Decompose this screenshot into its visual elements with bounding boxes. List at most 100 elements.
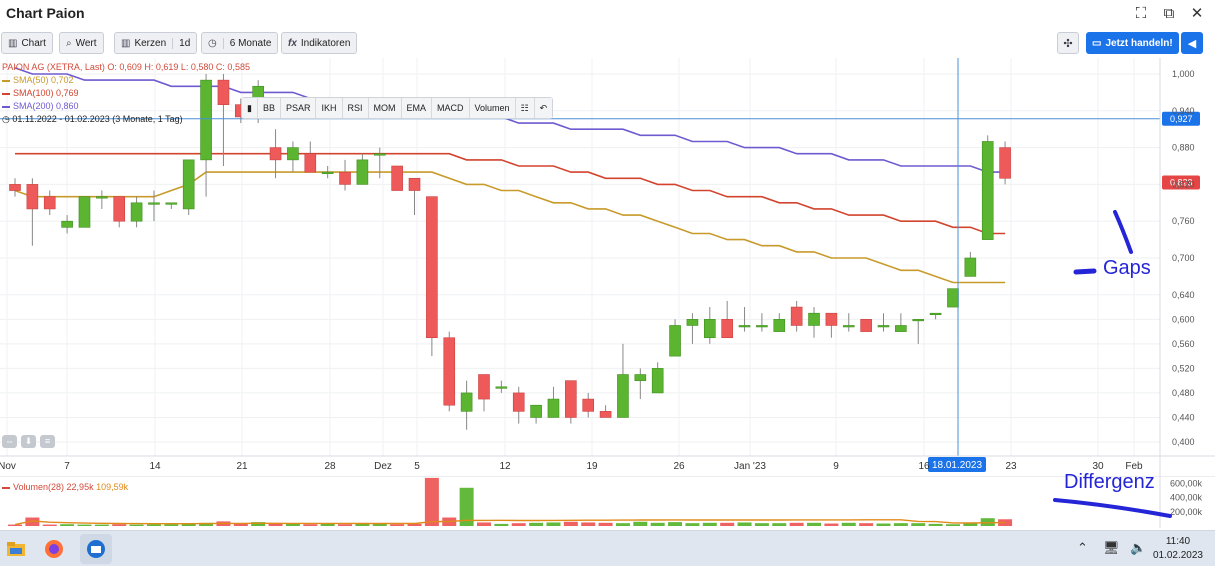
crosshair-button[interactable]: ✣ — [1057, 32, 1079, 54]
candle — [530, 404, 542, 424]
volume-bar — [424, 477, 439, 526]
y-tick-label: 0,520 — [1172, 363, 1195, 373]
indicator-bb[interactable]: BB — [257, 98, 281, 118]
volume-bar — [824, 523, 839, 526]
volume-bar — [772, 523, 787, 526]
indikatoren-button-label: Indikatoren — [300, 37, 351, 49]
candle-body — [96, 196, 108, 199]
candle-body — [26, 184, 39, 210]
sliders-icon: ☷ — [520, 102, 529, 113]
candle — [895, 313, 907, 332]
volume-chart[interactable]: 600,00k 400,00k 200,00k — [0, 476, 1215, 528]
candle — [43, 190, 56, 216]
candle-body — [929, 312, 942, 315]
kerzen-button[interactable]: ▥ Kerzen 1d — [114, 32, 198, 54]
settings-button[interactable]: ☷ — [515, 98, 535, 118]
volume-bar — [789, 522, 804, 526]
thunderbird-app[interactable] — [80, 534, 112, 564]
sma200-legend[interactable]: SMA(200) 0,860 — [2, 101, 79, 111]
candle — [773, 313, 786, 332]
candle-body — [547, 398, 560, 418]
network-icon[interactable]: 🖥 — [1103, 540, 1120, 556]
close-icon[interactable]: ✕ — [1189, 6, 1205, 22]
indicator-bar: ▮ BB PSAR IKH RSI MOM EMA MACD Volumen ☷… — [241, 97, 554, 119]
candle-body — [651, 368, 664, 394]
popout-icon[interactable]: ⧉ — [1161, 6, 1177, 22]
y-tick-label: 0,560 — [1172, 339, 1195, 349]
indicator-rsi[interactable]: RSI — [342, 98, 369, 118]
volume-bar — [754, 523, 769, 526]
candlestick-icon: ▥ — [121, 37, 131, 49]
candle — [634, 368, 647, 400]
firefox-app[interactable] — [38, 534, 70, 564]
range-button[interactable]: ◷ 6 Monate — [201, 32, 279, 54]
volume-icon[interactable]: 🔈 — [1130, 540, 1146, 556]
file-explorer-app[interactable] — [0, 534, 32, 564]
candle-body — [860, 319, 872, 332]
indicator-volumen[interactable]: Volumen — [469, 98, 516, 118]
volume-bar — [146, 524, 161, 526]
volume-bar — [303, 524, 318, 526]
chevron-up-icon[interactable]: ⌃ — [1077, 540, 1088, 556]
search-icon: ⌕ — [66, 37, 72, 49]
indicator-ema[interactable]: EMA — [401, 98, 433, 118]
candle — [339, 159, 351, 191]
divergence-annotation: Differgenz — [1064, 471, 1155, 493]
thunderbird-icon — [87, 540, 105, 558]
volume-bar — [494, 523, 509, 526]
x-tick-label: 21 — [236, 461, 248, 472]
x-tick-label: Jan '23 — [734, 461, 766, 472]
x-tick-label: 7 — [64, 461, 70, 472]
candle-body — [478, 374, 490, 400]
trade-button[interactable]: ▭ Jetzt handeln! — [1086, 32, 1179, 54]
x-tick-label: Nov — [0, 461, 16, 472]
candle-body — [686, 319, 699, 326]
wert-button[interactable]: ⌕ Wert — [59, 32, 104, 54]
candle — [200, 74, 212, 197]
period-legend-label: 01.11.2022 - 01.02.2023 (3 Monate, 1 Tag… — [12, 114, 183, 124]
interval-button[interactable]: 1d — [172, 37, 190, 49]
taskbar-clock[interactable]: 11:40 01.02.2023 — [1153, 535, 1203, 563]
candle-body — [895, 325, 907, 332]
collapse-button[interactable]: ◀ — [1181, 32, 1203, 54]
volume-swatch — [2, 486, 10, 489]
chart-button-label: Chart — [21, 37, 46, 49]
fullscreen-icon[interactable]: ⛶ — [1133, 6, 1149, 22]
bookmark-button[interactable]: ▮ — [242, 98, 258, 118]
arrows-horizontal-icon: ⇔ — [5, 436, 14, 446]
candle — [78, 196, 91, 228]
indicator-mom[interactable]: MOM — [368, 98, 402, 118]
y-tick-label: 0,600 — [1172, 314, 1195, 324]
indicator-psar[interactable]: PSAR — [280, 98, 317, 118]
candle-body — [825, 312, 838, 326]
candle — [96, 190, 108, 209]
sma100-legend[interactable]: SMA(100) 0,769 — [2, 88, 79, 98]
candle-body — [460, 392, 473, 412]
indicator-ikh[interactable]: IKH — [316, 98, 343, 118]
candle-body — [582, 398, 595, 412]
clock-time: 11:40 — [1165, 536, 1191, 547]
candle — [287, 141, 299, 173]
pan-button[interactable]: ⇔ — [2, 435, 17, 448]
volume-bar — [876, 523, 891, 526]
indicator-macd[interactable]: MACD — [432, 98, 470, 118]
candle-body — [877, 325, 890, 328]
candle-body — [61, 220, 73, 228]
candle — [565, 380, 577, 424]
candle — [426, 196, 438, 357]
volume-tick-label: 400,00k — [1170, 493, 1203, 503]
volume-bar — [285, 523, 300, 526]
gaps-annotation: Gaps — [1103, 257, 1151, 279]
candle-body — [512, 392, 525, 412]
reset-button[interactable]: ↶ — [534, 98, 553, 118]
sma50-swatch — [2, 79, 10, 82]
volume-bar — [8, 524, 22, 526]
download-button[interactable]: ⬇ — [21, 435, 36, 448]
volume-legend[interactable]: Volumen(28) 22,95k 109,59k — [2, 482, 128, 492]
candle — [217, 74, 230, 166]
zoom-reset-button[interactable]: ≡ — [40, 435, 55, 448]
candles-icon: ▥ — [8, 37, 18, 49]
indikatoren-button[interactable]: fx Indikatoren — [281, 32, 358, 54]
sma50-legend[interactable]: SMA(50) 0,702 — [2, 75, 74, 85]
chart-button[interactable]: ▥ Chart — [1, 32, 53, 54]
